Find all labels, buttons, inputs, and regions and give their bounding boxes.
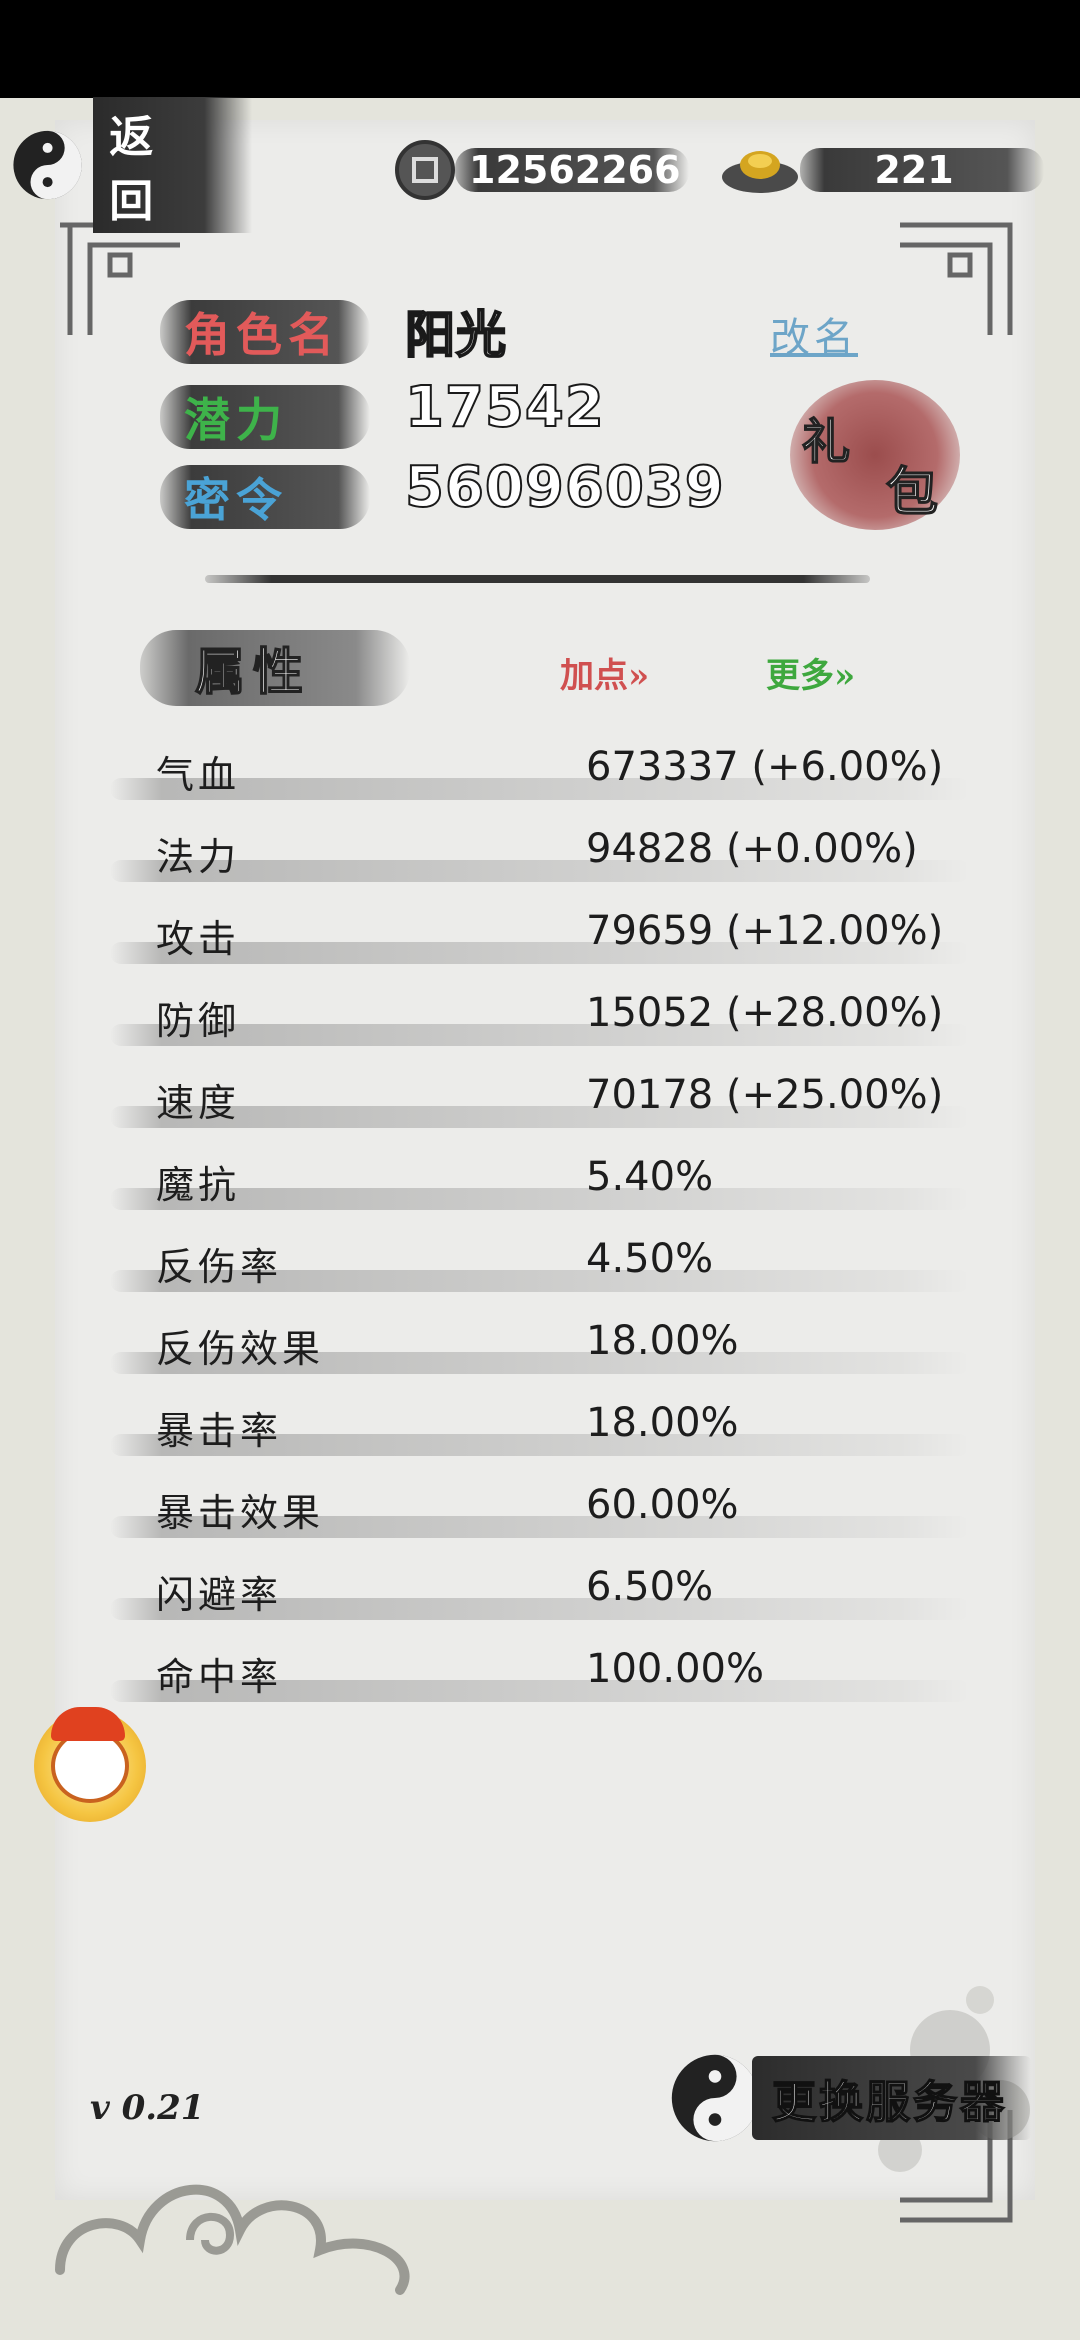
stat-value: 79659 (+12.00%) [586,908,944,954]
stat-name: 魔抗 [156,1163,241,1207]
add-points-link[interactable]: 加点» [560,648,649,697]
stat-value: 15052 (+28.00%) [586,990,944,1036]
taiji-icon [671,2054,759,2142]
gift-label-2: 包 [885,461,939,524]
stat-row: 命中率 100.00% [110,1642,970,1712]
stat-row: 反伤率 4.50% [110,1232,970,1302]
gift-pack-button[interactable]: 礼 包 [790,380,960,530]
password-label: 密令 [160,465,370,529]
status-bar [0,0,1080,98]
ingot-amount: 221 [800,148,1044,192]
stat-row: 防御 15052 (+28.00%) [110,986,970,1056]
stat-value: 6.50% [586,1564,714,1610]
stat-value: 70178 (+25.00%) [586,1072,944,1118]
back-label: 返回 [93,97,252,233]
ingot-counter: 221 [720,142,1044,198]
stat-name: 气血 [156,753,241,797]
password-value: 56096039 [404,454,725,521]
stat-value: 4.50% [586,1236,714,1282]
switch-server-label: 更换服务器 [752,2056,1031,2140]
stat-name: 速度 [156,1081,241,1125]
stat-name: 暴击率 [156,1409,283,1453]
stat-name: 反伤效果 [156,1327,325,1371]
stat-value: 18.00% [586,1318,739,1364]
stat-name: 法力 [156,835,241,879]
stat-name: 命中率 [156,1655,283,1699]
stat-row: 气血 673337 (+6.00%) [110,740,970,810]
name-label: 角色名 [160,300,370,364]
attributes-title: 属性 [194,641,311,702]
stat-value: 18.00% [586,1400,739,1446]
character-name: 阳光 [404,305,507,365]
stat-value: 60.00% [586,1482,739,1528]
switch-server-button[interactable]: 更换服务器 [670,2050,1060,2146]
stat-row: 暴击率 18.00% [110,1396,970,1466]
section-divider [205,575,870,583]
coin-counter: 12562266 [395,140,689,200]
more-link[interactable]: 更多» [766,648,855,697]
stat-row: 攻击 79659 (+12.00%) [110,904,970,974]
stat-row: 魔抗 5.40% [110,1150,970,1220]
stat-name: 反伤率 [156,1245,283,1289]
stat-row: 暴击效果 60.00% [110,1478,970,1548]
stat-name: 攻击 [156,917,241,961]
stat-row: 闪避率 6.50% [110,1560,970,1630]
attributes-header: 属性 [140,630,410,706]
cloud-ornament [55,2184,410,2295]
gift-label-1: 礼 [801,413,851,471]
stat-row: 反伤效果 18.00% [110,1314,970,1384]
gold-ingot-icon [722,151,798,193]
potential-label: 潜力 [160,385,370,449]
top-bar: 返回 12562266 221 [0,97,1080,233]
coin-icon [395,140,455,200]
stat-value: 94828 (+0.00%) [586,826,918,872]
taiji-icon [13,130,82,200]
stat-value: 673337 (+6.00%) [586,744,944,790]
stat-value: 100.00% [586,1646,764,1692]
mascot-icon [51,1707,129,1803]
assistant-avatar-button[interactable] [34,1707,146,1822]
potential-value: 17542 [404,374,605,441]
back-button[interactable]: 返回 [12,97,252,233]
stat-row: 法力 94828 (+0.00%) [110,822,970,892]
stat-name: 防御 [156,999,241,1043]
coin-amount: 12562266 [455,148,689,192]
stat-name: 暴击效果 [156,1491,325,1535]
stat-row: 速度 70178 (+25.00%) [110,1068,970,1138]
stat-value: 5.40% [586,1154,714,1200]
rename-link[interactable]: 改名 [770,305,858,363]
stat-name: 闪避率 [156,1573,283,1617]
